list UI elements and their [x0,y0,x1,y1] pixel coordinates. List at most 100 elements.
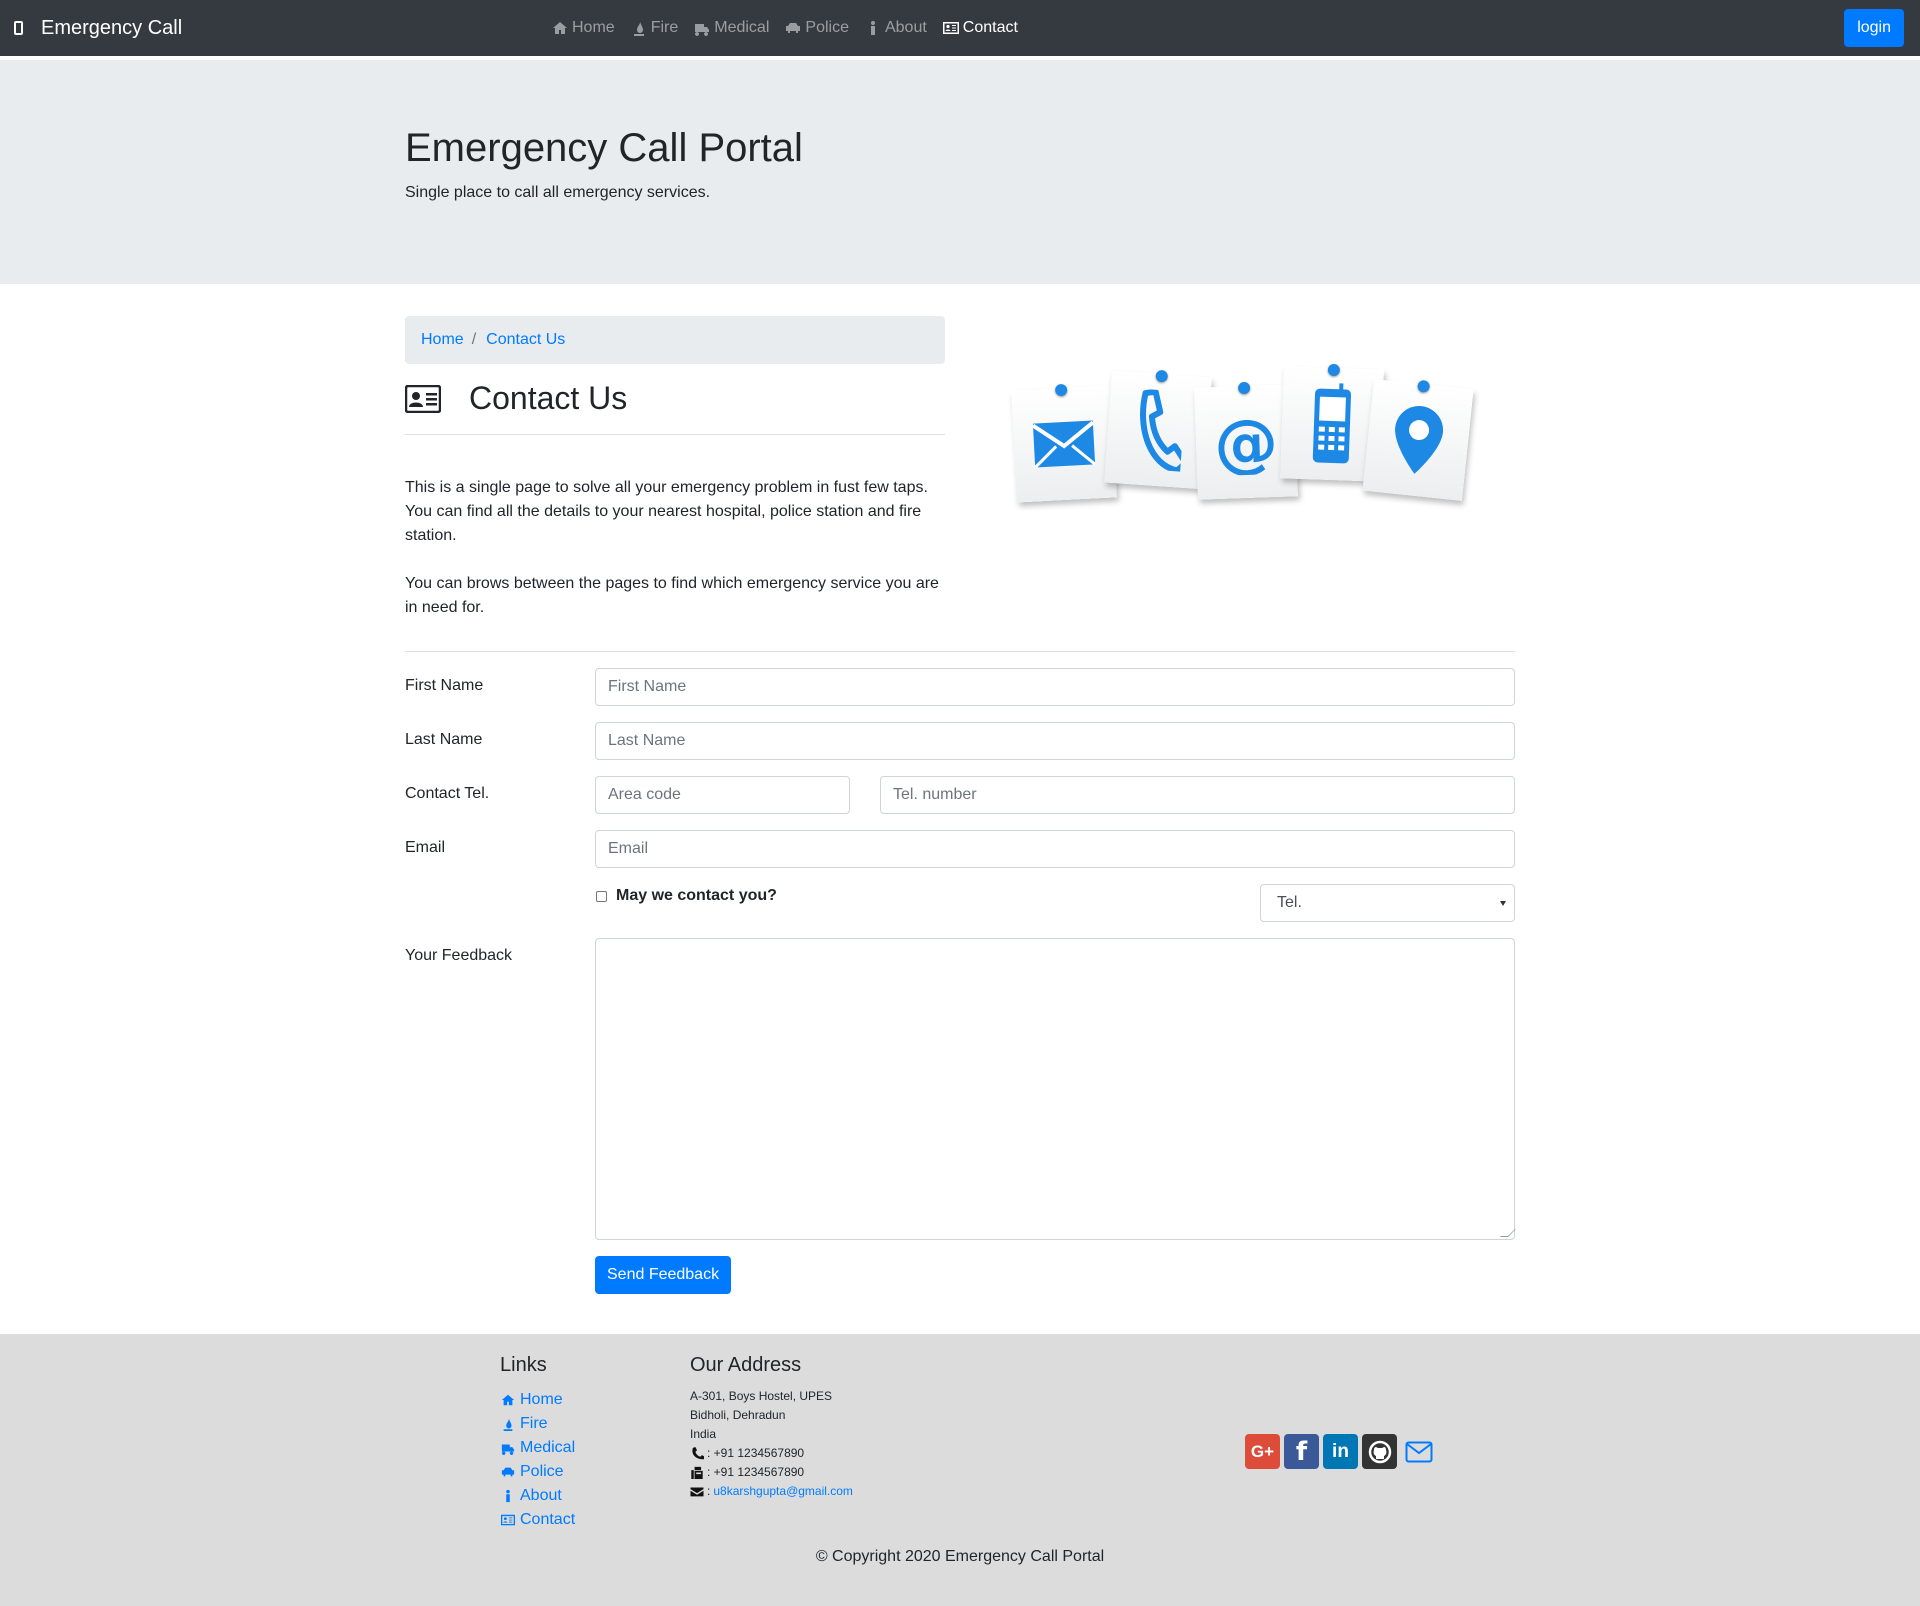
fax-number: : +91 1234567890 [707,1465,805,1479]
contact-intro: This is a single page to solve all your … [405,476,945,644]
ambulance-icon [695,24,710,36]
footer-link-contact[interactable]: Contact [500,1508,575,1532]
envelope-icon [690,1487,704,1497]
feedback-textarea[interactable] [595,938,1516,1240]
nav-item-about[interactable]: About [865,19,927,37]
address-fax: : +91 1234567890 [690,1463,853,1482]
feedback-label: Your Feedback [405,947,513,964]
page-title: Emergency Call Portal [405,126,803,170]
pushpin-icon [1327,363,1341,377]
nav-item-label: Fire [650,19,679,36]
divider [405,651,1515,652]
fire-icon [633,21,644,36]
nav-item-home[interactable]: Home [552,19,615,37]
footer-link-label: Home [520,1391,563,1408]
nav-menu: Home Fire Medical Police About Contact [552,0,1018,56]
google-plus-icon[interactable]: G+ [1245,1434,1280,1469]
home-icon [553,22,567,34]
at-sign-icon: @ [1213,408,1280,476]
note-mail [1011,383,1117,503]
contact-methods-image: @ [1010,360,1480,520]
mobile-phone-icon [1312,383,1352,464]
contact-method-value: Tel. [1277,894,1302,911]
login-button[interactable]: login [1844,9,1904,47]
address-email: : u8karshgupta@gmail.com [690,1482,853,1501]
linkedin-icon[interactable]: in [1323,1434,1358,1469]
tel-number-input[interactable] [880,776,1515,814]
footer-link-home[interactable]: Home [500,1388,575,1412]
send-feedback-button[interactable]: Send Feedback [595,1256,732,1294]
footer-link-fire[interactable]: Fire [500,1412,575,1436]
contact-method-select[interactable]: Tel. [1260,884,1515,922]
contact-heading: Contact Us [405,380,627,417]
nav-item-police[interactable]: Police [785,19,849,37]
nav-item-fire[interactable]: Fire [631,19,679,37]
envelope-icon[interactable] [1401,1434,1436,1469]
info-icon [506,1489,510,1503]
contact-consent: May we contact you? [596,887,777,905]
contact-card-icon [501,1514,515,1526]
breadcrumb-separator: / [471,331,477,348]
chevron-down-icon [1500,901,1506,906]
breadcrumb-current-link[interactable]: Contact Us [486,331,565,349]
footer-link-label: About [520,1487,562,1504]
github-icon[interactable] [1362,1434,1397,1469]
info-icon [870,21,875,35]
nav-item-label: Home [572,19,615,36]
github-logo [1368,1440,1391,1463]
footer-address-heading: Our Address [690,1354,802,1376]
first-name-input[interactable] [595,668,1515,706]
footer-link-label: Contact [520,1511,576,1528]
footer-link-police[interactable]: Police [500,1460,575,1484]
page-subtitle: Single place to call all emergency servi… [405,184,711,201]
nav-item-label: Police [805,19,849,36]
svg-text:@: @ [1213,408,1280,476]
footer-link-label: Medical [520,1439,576,1456]
car-icon [501,1467,515,1477]
note-location [1362,379,1474,501]
brand-label: Emergency Call [41,16,183,39]
copyright: © Copyright 2020 Emergency Call Portal [815,1548,1105,1565]
facebook-icon[interactable]: f [1284,1434,1319,1469]
pushpin-icon [1054,383,1068,397]
email-link[interactable]: u8karshgupta@gmail.com [713,1482,853,1501]
nav-item-label: Contact [962,19,1018,36]
breadcrumb-home-link[interactable]: Home [421,331,464,349]
home-icon [501,1394,515,1406]
nav-item-contact[interactable]: Contact [942,19,1018,37]
last-name-input[interactable] [595,722,1515,760]
map-marker-icon [1395,406,1444,474]
mobile-phone-icon [14,21,23,35]
social-links: G+ f in [1245,1434,1436,1469]
nav-item-label: Medical [714,19,770,36]
contact-consent-checkbox[interactable] [596,890,607,902]
fire-icon [503,1417,513,1431]
contact-tel-label: Contact Tel. [405,785,490,802]
email-input[interactable] [595,830,1515,868]
colon-separator: : [707,1484,711,1498]
divider [405,434,945,435]
area-code-input[interactable] [595,776,850,814]
footer-links-heading: Links [500,1354,547,1376]
phone-icon [692,1447,704,1460]
pushpin-icon [1155,369,1169,383]
last-name-label: Last Name [405,731,483,748]
resize-handle-icon[interactable] [1500,1229,1516,1237]
car-icon [786,23,801,33]
intro-paragraph: You can brows between the pages to find … [405,575,939,616]
envelope-icon [1031,420,1097,469]
first-name-label: First Name [405,677,484,694]
email-label: Email [405,839,446,856]
jumbotron: Emergency Call Portal Single place to ca… [0,56,1920,284]
footer-link-about[interactable]: About [500,1484,575,1508]
footer-link-medical[interactable]: Medical [500,1436,575,1460]
nav-item-label: About [884,19,927,36]
footer-links: Home Fire Medical Police About Contact [500,1388,575,1532]
address-line: India [690,1427,717,1441]
navbar: Emergency Call Home Fire Medical Police … [0,0,1920,56]
footer-link-label: Police [520,1463,564,1480]
nav-item-medical[interactable]: Medical [694,19,769,37]
address-line: Bidholi, Dehradun [690,1408,786,1422]
navbar-brand[interactable]: Emergency Call [14,0,182,56]
address-line: A-301, Boys Hostel, UPES [690,1389,833,1403]
